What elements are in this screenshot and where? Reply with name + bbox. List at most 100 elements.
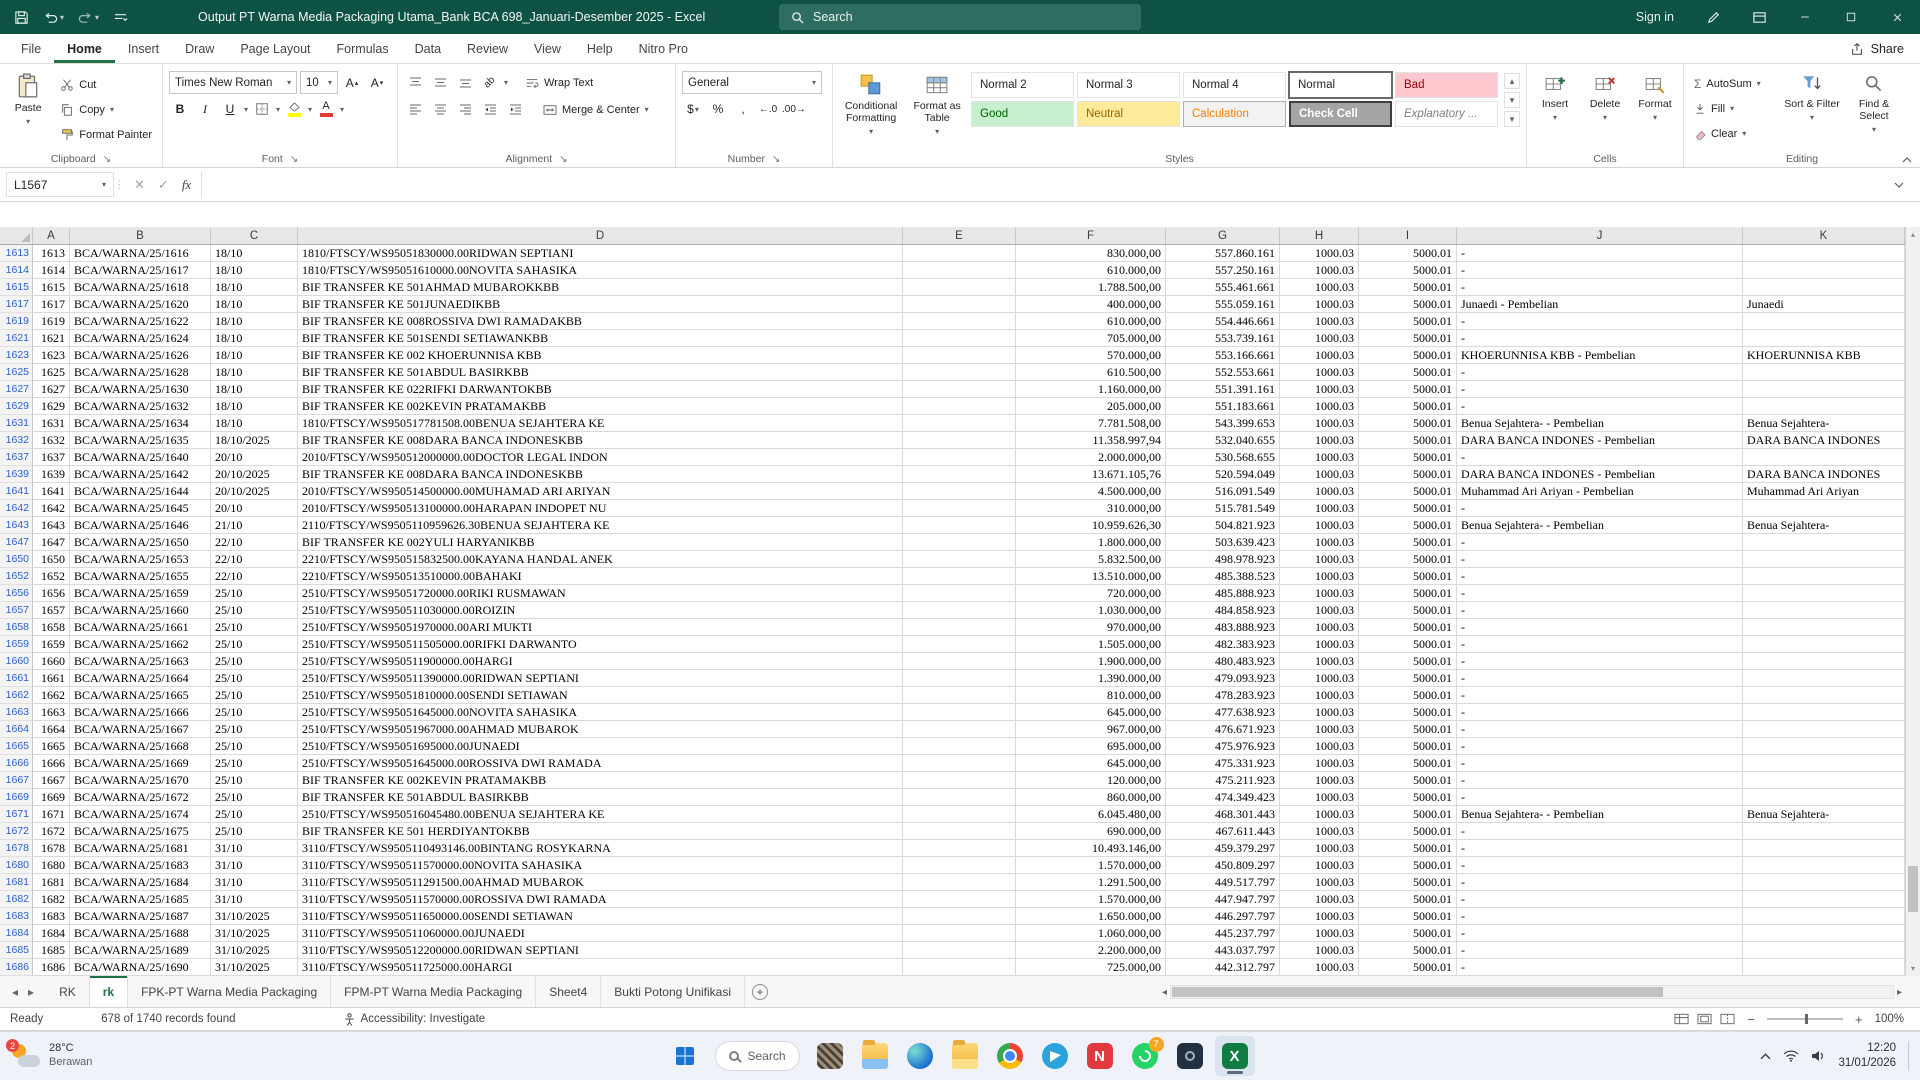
cell[interactable]: 1.788.500,00 [1016, 279, 1166, 296]
cell[interactable]: 5000.01 [1359, 262, 1457, 279]
cell[interactable]: 1000.03 [1280, 347, 1359, 364]
cell[interactable]: 1661 [33, 670, 70, 687]
column-header-A[interactable]: A [33, 227, 70, 244]
cell[interactable]: 31/10 [211, 857, 298, 874]
cell[interactable]: 1683 [33, 908, 70, 925]
cell[interactable]: - [1457, 653, 1743, 670]
cell[interactable]: 1681 [33, 874, 70, 891]
save-button[interactable] [14, 10, 29, 25]
sheet-nav-left-arrow[interactable]: ◂ [12, 985, 18, 999]
cell[interactable]: 2510/FTSCY/WS95051645000.00ROSSIVA DWI R… [298, 755, 903, 772]
cell[interactable]: 31/10 [211, 840, 298, 857]
select-all-corner[interactable] [0, 227, 33, 244]
cell[interactable]: 5000.01 [1359, 330, 1457, 347]
cell[interactable]: Benua Sejahtera- [1743, 517, 1905, 534]
cell[interactable]: 25/10 [211, 619, 298, 636]
font-size-combo[interactable]: 10▾ [300, 71, 338, 94]
cell[interactable]: 400.000,00 [1016, 296, 1166, 313]
cell[interactable]: - [1457, 602, 1743, 619]
cut-button[interactable]: Cut [56, 73, 156, 96]
cell[interactable]: 1000.03 [1280, 738, 1359, 755]
taskbar-whatsapp-icon[interactable]: 7 [1125, 1036, 1165, 1076]
cell[interactable]: 552.553.661 [1166, 364, 1280, 381]
decrease-decimal-button[interactable]: .00→ [782, 98, 806, 120]
cell[interactable]: - [1457, 398, 1743, 415]
cell[interactable]: 2010/FTSCY/WS950514500000.00MUHAMAD ARI … [298, 483, 903, 500]
cell[interactable]: 25/10 [211, 806, 298, 823]
cell[interactable]: Muhammad Ari Ariyan [1743, 483, 1905, 500]
cell[interactable] [903, 364, 1016, 381]
cell[interactable]: 18/10/2025 [211, 432, 298, 449]
cell[interactable]: 5000.01 [1359, 500, 1457, 517]
cell[interactable]: 1632 [33, 432, 70, 449]
network-icon[interactable] [1783, 1050, 1799, 1062]
cell[interactable]: 1000.03 [1280, 755, 1359, 772]
formula-input[interactable] [201, 172, 1884, 197]
cell[interactable]: 1000.03 [1280, 653, 1359, 670]
clipboard-dialog-launcher[interactable]: ↘ [103, 154, 111, 165]
cell[interactable]: 22/10 [211, 534, 298, 551]
taskbar-nitro-icon[interactable]: N [1080, 1036, 1120, 1076]
cell[interactable]: 25/10 [211, 636, 298, 653]
cell[interactable]: 1000.03 [1280, 840, 1359, 857]
cell[interactable] [1743, 585, 1905, 602]
cell[interactable]: 25/10 [211, 755, 298, 772]
zoom-out-button[interactable]: − [1747, 1012, 1755, 1027]
taskbar-telegram-icon[interactable] [1035, 1036, 1075, 1076]
cell[interactable]: 1667 [33, 772, 70, 789]
cell[interactable]: DARA BANCA INDONES [1743, 466, 1905, 483]
undo-button[interactable]: ▾ [43, 10, 64, 25]
row-number[interactable]: 1652 [0, 568, 33, 585]
underline-button[interactable]: U [219, 98, 241, 120]
underline-dropdown-caret[interactable]: ▾ [244, 105, 248, 114]
borders-button[interactable] [251, 98, 273, 120]
cell[interactable]: 3110/FTSCY/WS950512200000.00RIDWAN SEPTI… [298, 942, 903, 959]
insert-function-button[interactable]: fx [182, 177, 191, 193]
scroll-right-arrow[interactable]: ▸ [1897, 987, 1902, 998]
cell[interactable]: 1650 [33, 551, 70, 568]
cell[interactable]: 5.832.500,00 [1016, 551, 1166, 568]
cell[interactable]: 551.183.661 [1166, 398, 1280, 415]
horizontal-scroll-thumb[interactable] [1172, 987, 1663, 997]
draw-pencil-button[interactable] [1690, 0, 1736, 34]
cell[interactable]: BIF TRANSFER KE 501JUNAEDIKBB [298, 296, 903, 313]
cell[interactable] [903, 330, 1016, 347]
cell[interactable]: - [1457, 704, 1743, 721]
cell[interactable]: - [1457, 772, 1743, 789]
cell[interactable]: - [1457, 245, 1743, 262]
cell[interactable] [903, 483, 1016, 500]
cell[interactable]: Benua Sejahtera- [1743, 806, 1905, 823]
cell[interactable]: - [1457, 279, 1743, 296]
cell[interactable]: BIF TRANSFER KE 501ABDUL BASIRKBB [298, 789, 903, 806]
cell[interactable]: 530.568.655 [1166, 449, 1280, 466]
cell[interactable]: BCA/WARNA/25/1640 [70, 449, 211, 466]
fill-color-button[interactable] [283, 98, 305, 120]
cell[interactable]: 1656 [33, 585, 70, 602]
cell[interactable]: 5000.01 [1359, 925, 1457, 942]
cell[interactable]: 5000.01 [1359, 245, 1457, 262]
cell[interactable]: 1684 [33, 925, 70, 942]
new-sheet-button[interactable]: + [745, 976, 775, 1007]
format-as-table-caret[interactable]: ▾ [935, 127, 939, 136]
horizontal-scroll-track[interactable] [1170, 985, 1894, 999]
cell[interactable]: - [1457, 687, 1743, 704]
cell[interactable]: 1000.03 [1280, 959, 1359, 976]
cell[interactable]: 447.947.797 [1166, 891, 1280, 908]
cancel-entry-button[interactable]: ✕ [134, 177, 145, 193]
taskbar-edge-icon[interactable] [900, 1036, 940, 1076]
cell[interactable] [903, 415, 1016, 432]
enter-entry-button[interactable]: ✓ [158, 177, 169, 193]
align-left-button[interactable] [404, 99, 426, 121]
cell[interactable]: 2510/FTSCY/WS95051645000.00NOVITA SAHASI… [298, 704, 903, 721]
cell[interactable]: 5000.01 [1359, 908, 1457, 925]
cell[interactable]: BCA/WARNA/25/1683 [70, 857, 211, 874]
copy-button[interactable]: Copy ▾ [56, 98, 156, 121]
cell[interactable] [903, 517, 1016, 534]
row-number[interactable]: 1684 [0, 925, 33, 942]
row-number[interactable]: 1632 [0, 432, 33, 449]
cell[interactable]: - [1457, 551, 1743, 568]
cell[interactable] [903, 245, 1016, 262]
cell[interactable]: 1.160.000,00 [1016, 381, 1166, 398]
cell[interactable]: Junaedi [1743, 296, 1905, 313]
cell[interactable]: 553.166.661 [1166, 347, 1280, 364]
